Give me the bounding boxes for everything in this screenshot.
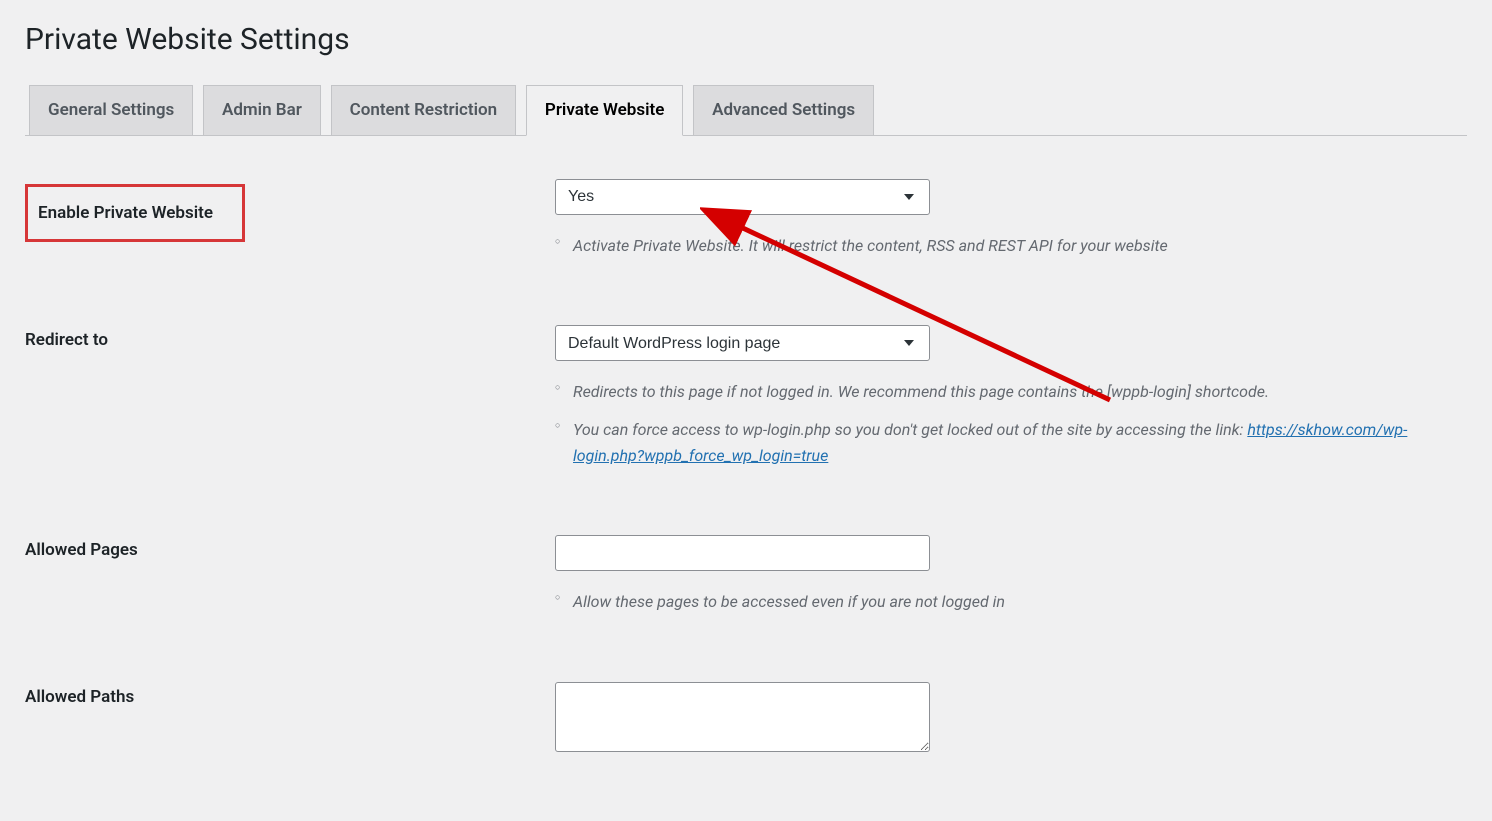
- tab-general-settings[interactable]: General Settings: [29, 85, 193, 136]
- allowed-paths-label: Allowed Paths: [25, 667, 555, 796]
- enable-private-website-label: Enable Private Website: [25, 184, 245, 242]
- enable-private-website-select[interactable]: Yes: [555, 179, 930, 215]
- allowed-pages-label: Allowed Pages: [25, 520, 555, 667]
- tab-advanced-settings[interactable]: Advanced Settings: [693, 85, 874, 136]
- tab-bar: General Settings Admin Bar Content Restr…: [25, 85, 1467, 136]
- redirect-to-label: Redirect to: [25, 310, 555, 520]
- redirect-description-1: Redirects to this page if not logged in.…: [555, 379, 1457, 405]
- tab-content-restriction[interactable]: Content Restriction: [331, 85, 517, 136]
- page-title: Private Website Settings: [25, 22, 1467, 57]
- tab-admin-bar[interactable]: Admin Bar: [203, 85, 321, 136]
- enable-description: Activate Private Website. It will restri…: [555, 233, 1457, 259]
- tab-private-website[interactable]: Private Website: [526, 85, 683, 136]
- allowed-pages-description: Allow these pages to be accessed even if…: [555, 589, 1457, 615]
- allowed-paths-textarea[interactable]: [555, 682, 930, 752]
- redirect-to-select[interactable]: Default WordPress login page: [555, 325, 930, 361]
- allowed-pages-input[interactable]: [555, 535, 930, 571]
- redirect-description-2: You can force access to wp-login.php so …: [555, 417, 1457, 468]
